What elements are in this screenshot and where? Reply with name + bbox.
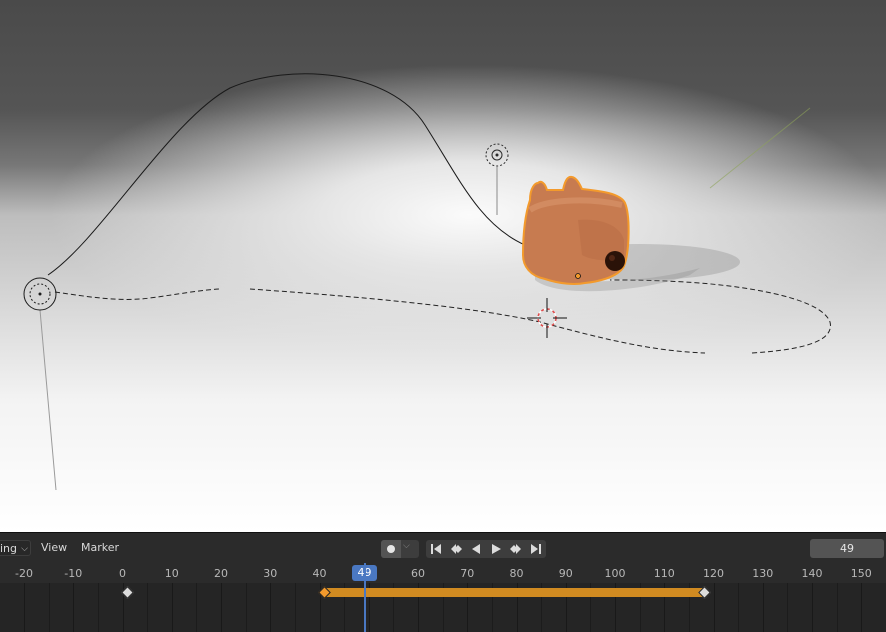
motion-path [47, 73, 526, 276]
grid-line [837, 583, 838, 632]
prev-keyframe-button[interactable] [446, 540, 466, 558]
ruler-tick-label: 80 [509, 567, 524, 580]
ground-path-right [609, 279, 831, 354]
ground-path-left [54, 288, 221, 300]
grid-line [295, 583, 296, 632]
mode-dropdown[interactable]: ing ⌵ [0, 540, 31, 556]
grid-line [763, 583, 764, 632]
chevron-down-icon: ⌵ [21, 544, 28, 554]
grid-line [221, 583, 222, 632]
record-dot-icon [387, 545, 395, 553]
3d-cursor-icon[interactable] [527, 298, 567, 338]
ruler-tick-label: -10 [64, 567, 83, 580]
jump-to-end-icon [531, 544, 541, 554]
mode-dropdown-label: ing [0, 542, 17, 555]
timeline-editor[interactable]: ing ⌵ View Marker ⌵ 49 -20 -10 0 10 20 3… [0, 532, 886, 632]
jump-to-start-button[interactable] [426, 540, 446, 558]
ruler-tick-label: 110 [653, 567, 675, 580]
ruler-tick-label: 90 [558, 567, 573, 580]
grid-line [24, 583, 25, 632]
grid-line [861, 583, 862, 632]
play-reverse-icon [472, 544, 480, 554]
keyframe-track-area[interactable] [0, 583, 886, 632]
grid-line [787, 583, 788, 632]
viewport-scene [23, 73, 831, 491]
auto-keying-toggle[interactable] [381, 540, 401, 558]
y-axis-line [709, 107, 811, 189]
ruler-tick-label: 150 [850, 567, 872, 580]
play-reverse-button[interactable] [466, 540, 486, 558]
timeline-header: ing ⌵ View Marker ⌵ 49 [0, 533, 886, 563]
light-top-icon[interactable] [485, 143, 509, 167]
current-frame-field[interactable]: 49 [810, 539, 884, 558]
ruler-tick-label: 70 [460, 567, 475, 580]
ruler-tick-label: 0 [119, 567, 126, 580]
grid-line [738, 583, 739, 632]
light-left-icon[interactable] [23, 277, 57, 311]
ruler-tick-label: 60 [411, 567, 425, 580]
playback-controls [426, 540, 546, 558]
view-menu[interactable]: View [41, 540, 67, 556]
grid-line [812, 583, 813, 632]
ruler-tick-label: 20 [214, 567, 228, 580]
prev-keyframe-icon [451, 544, 462, 554]
grid-line [270, 583, 271, 632]
ruler-tick-label: 40 [312, 567, 327, 580]
chevron-down-icon[interactable]: ⌵ [403, 541, 410, 551]
playhead[interactable] [364, 563, 366, 632]
ruler-tick-label: 30 [263, 567, 278, 580]
play-button[interactable] [486, 540, 506, 558]
3d-viewport[interactable] [0, 0, 886, 532]
light-left-direction [39, 309, 57, 491]
marker-menu[interactable]: Marker [81, 540, 119, 556]
grid-line [714, 583, 715, 632]
ruler-tick-label: 120 [703, 567, 724, 580]
selected-object[interactable] [521, 175, 630, 285]
grid-line [73, 583, 74, 632]
next-keyframe-button[interactable] [506, 540, 526, 558]
jump-to-end-button[interactable] [526, 540, 546, 558]
ruler-tick-label: 130 [752, 567, 774, 580]
ground-path-front [249, 288, 706, 354]
frame-ruler[interactable]: -20 -10 0 10 20 30 40 60 70 80 90 100 110 120 130 140 15… [0, 563, 886, 583]
jump-to-start-icon [431, 544, 441, 554]
grid-line [196, 583, 197, 632]
ruler-tick-label: 140 [801, 567, 823, 580]
play-icon [492, 544, 501, 554]
keyframe-hold-bar [324, 588, 704, 597]
grid-line [147, 583, 148, 632]
grid-line [172, 583, 173, 632]
ruler-tick-label: -20 [15, 567, 33, 580]
next-keyframe-icon [510, 544, 521, 554]
grid-line [98, 583, 99, 632]
grid-line [246, 583, 247, 632]
auto-keying-group: ⌵ [381, 540, 419, 558]
grid-line [49, 583, 50, 632]
ruler-tick-label: 100 [604, 567, 626, 580]
ruler-tick-label: 10 [164, 567, 179, 580]
